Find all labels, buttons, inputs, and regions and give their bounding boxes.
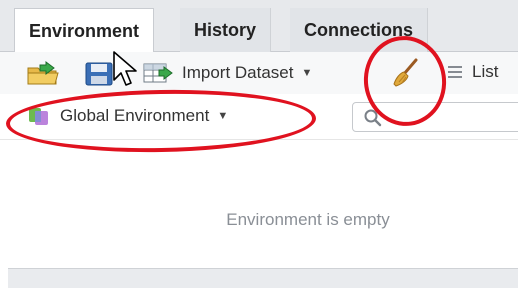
mouse-pointer-icon xyxy=(112,50,140,88)
empty-environment-message: Environment is empty xyxy=(226,210,390,229)
tab-history[interactable]: History xyxy=(180,8,272,52)
list-icon xyxy=(446,63,464,81)
view-mode-button[interactable]: List xyxy=(446,62,498,82)
pane-tab-bar: Environment History Connections xyxy=(0,0,518,53)
import-dataset-label: Import Dataset xyxy=(182,63,294,82)
chevron-down-icon: ▼ xyxy=(301,67,313,79)
import-table-icon xyxy=(142,61,178,85)
tab-environment[interactable]: Environment xyxy=(14,8,155,53)
load-workspace-button[interactable] xyxy=(26,60,60,86)
save-workspace-button[interactable] xyxy=(84,61,114,87)
import-dataset-button[interactable]: Import Dataset ▼ xyxy=(142,61,312,85)
pane-bottom-border xyxy=(8,268,518,288)
save-icon xyxy=(84,61,114,87)
tab-environment-label: Environment xyxy=(29,20,140,41)
view-mode-label: List xyxy=(472,62,499,81)
tab-history-label: History xyxy=(194,19,257,40)
open-folder-icon xyxy=(26,60,60,86)
